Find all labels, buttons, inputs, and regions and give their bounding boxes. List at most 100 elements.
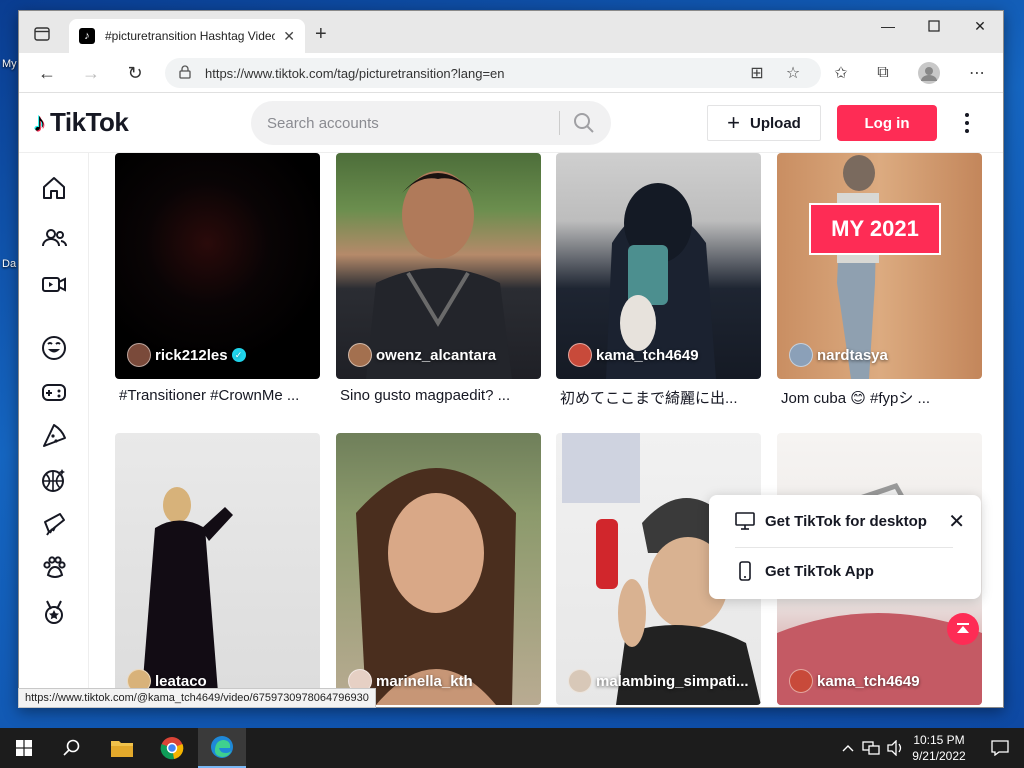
close-window-icon[interactable]: ✕ [957, 11, 1003, 41]
back-icon[interactable]: ← [35, 61, 59, 85]
animals-icon[interactable] [39, 553, 69, 583]
author-name: kama_tch4649 [817, 672, 920, 690]
tab-close-icon[interactable]: ✕ [283, 28, 295, 45]
video-thumbnail[interactable]: MY 2021 nardtasya [777, 153, 982, 379]
file-explorer-icon[interactable] [98, 728, 146, 768]
more-menu-icon[interactable] [959, 109, 975, 137]
video-thumbnail[interactable]: marinella_kth [336, 433, 541, 705]
get-app-link[interactable]: Get TikTok App [735, 561, 874, 581]
tiktok-logo[interactable]: ♪ TikTok [33, 107, 129, 138]
video-card[interactable]: kama_tch4649 初めてここまで綺麗に出... [556, 153, 761, 408]
video-author[interactable]: kama_tch4649 [568, 343, 699, 367]
lock-icon [179, 65, 191, 82]
video-thumbnail[interactable]: leataco [115, 433, 320, 705]
search-input[interactable]: Search accounts [251, 101, 611, 145]
home-icon[interactable] [39, 173, 69, 203]
login-button[interactable]: Log in [837, 105, 937, 141]
author-name: malambing_simpati... [596, 672, 749, 690]
avatar [348, 343, 372, 367]
video-thumbnail[interactable]: kama_tch4649 [556, 153, 761, 379]
get-app-label: Get TikTok App [765, 562, 874, 580]
video-card[interactable]: marinella_kth [336, 433, 541, 705]
desktop-monitor-icon [735, 511, 755, 531]
avatar [789, 343, 813, 367]
taskbar-clock[interactable]: 10:15 PM 9/21/2022 [906, 732, 972, 764]
browser-tab[interactable]: ♪ #picturetransition Hashtag Videos ✕ [69, 19, 305, 53]
favorites-icon[interactable]: ✩ [829, 61, 853, 85]
notification-icon[interactable] [976, 728, 1024, 768]
beauty-icon[interactable] [39, 509, 69, 539]
minimize-icon[interactable]: — [865, 11, 911, 41]
avatar [127, 343, 151, 367]
video-author[interactable]: kama_tch4649 [789, 669, 920, 693]
refresh-icon[interactable]: ↻ [123, 61, 147, 85]
settings-more-icon[interactable]: ⋯ [965, 61, 989, 85]
video-card[interactable]: rick212les ✓ #Transitioner #CrownMe ... [115, 153, 320, 404]
avatar [568, 343, 592, 367]
tiktok-header: ♪ TikTok Search accounts + Upload Log in [19, 93, 1003, 153]
get-desktop-link[interactable]: Get TikTok for desktop [735, 511, 927, 531]
edge-icon[interactable] [198, 728, 246, 768]
author-name: nardtasya [817, 346, 888, 364]
back-to-top-button[interactable] [947, 613, 979, 645]
video-caption[interactable]: Jom cuba 😊 #fypシ ... [777, 387, 982, 408]
search-icon[interactable] [573, 112, 595, 134]
author-name: kama_tch4649 [596, 346, 699, 364]
forward-icon[interactable]: → [79, 61, 103, 85]
upload-button[interactable]: + Upload [707, 105, 821, 141]
get-desktop-label: Get TikTok for desktop [765, 512, 927, 530]
thumbnail-art [141, 487, 233, 705]
url-text: https://www.tiktok.com/tag/picturetransi… [205, 65, 505, 81]
add-favorite-icon[interactable]: ☆ [781, 61, 805, 85]
author-name: leataco [155, 672, 207, 690]
desktop-icon-label[interactable]: My [2, 58, 17, 70]
desktop-icon-label[interactable]: Da [2, 258, 16, 270]
profile-icon[interactable] [917, 61, 941, 85]
tiktok-note-icon: ♪ [33, 107, 46, 137]
tab-actions-icon[interactable] [31, 23, 53, 45]
network-icon[interactable] [858, 728, 884, 768]
mobile-phone-icon [735, 561, 755, 581]
maximize-icon[interactable] [911, 11, 957, 41]
video-thumbnail[interactable]: rick212les ✓ [115, 153, 320, 379]
food-icon[interactable] [39, 421, 69, 451]
video-card[interactable]: MY 2021 nardtasya Jom cuba 😊 #fypシ ... [777, 153, 982, 408]
clock-time: 10:15 PM [913, 733, 965, 747]
chevron-up-icon[interactable] [836, 728, 860, 768]
video-author[interactable]: nardtasya [789, 343, 888, 367]
comedy-icon[interactable] [39, 333, 69, 363]
volume-icon[interactable] [882, 728, 908, 768]
address-bar[interactable]: https://www.tiktok.com/tag/picturetransi… [165, 58, 821, 88]
verified-badge-icon: ✓ [231, 348, 246, 362]
video-author[interactable]: malambing_simpati... [568, 669, 749, 693]
close-popup-icon[interactable]: ✕ [948, 509, 965, 534]
video-caption[interactable]: 初めてここまで綺麗に出... [556, 387, 761, 408]
status-bar-url: https://www.tiktok.com/@kama_tch4649/vid… [18, 688, 376, 708]
author-name: rick212les [155, 346, 228, 364]
video-overlay-text: MY 2021 [809, 203, 941, 255]
start-windows-icon[interactable] [0, 728, 48, 768]
video-author[interactable]: rick212les ✓ [127, 343, 246, 367]
app-available-icon[interactable]: ⊞ [745, 61, 769, 85]
avatar [568, 669, 592, 693]
tab-bar: ♪ #picturetransition Hashtag Videos ✕ + … [19, 11, 1003, 53]
video-caption[interactable]: #Transitioner #CrownMe ... [115, 387, 320, 404]
video-card[interactable]: owenz_alcantara Sino gusto magpaedit? ..… [336, 153, 541, 404]
live-icon[interactable] [39, 269, 69, 299]
search-icon[interactable] [48, 728, 96, 768]
video-caption[interactable]: Sino gusto magpaedit? ... [336, 387, 541, 404]
chrome-icon[interactable] [148, 728, 196, 768]
video-thumbnail[interactable]: owenz_alcantara [336, 153, 541, 379]
collections-icon[interactable]: ⧉ [871, 61, 895, 85]
following-icon[interactable] [39, 223, 69, 253]
get-app-popup: Get TikTok for desktop ✕ Get TikTok App [709, 495, 981, 599]
search-placeholder: Search accounts [267, 114, 379, 132]
taskbar: 10:15 PM 9/21/2022 [0, 728, 1024, 768]
video-card[interactable]: leataco [115, 433, 320, 705]
gaming-icon[interactable] [39, 377, 69, 407]
arrow-up-icon [957, 623, 969, 633]
video-author[interactable]: owenz_alcantara [348, 343, 496, 367]
new-tab-icon[interactable]: + [315, 23, 327, 46]
achievement-icon[interactable] [39, 597, 69, 627]
sports-icon[interactable] [39, 465, 69, 495]
